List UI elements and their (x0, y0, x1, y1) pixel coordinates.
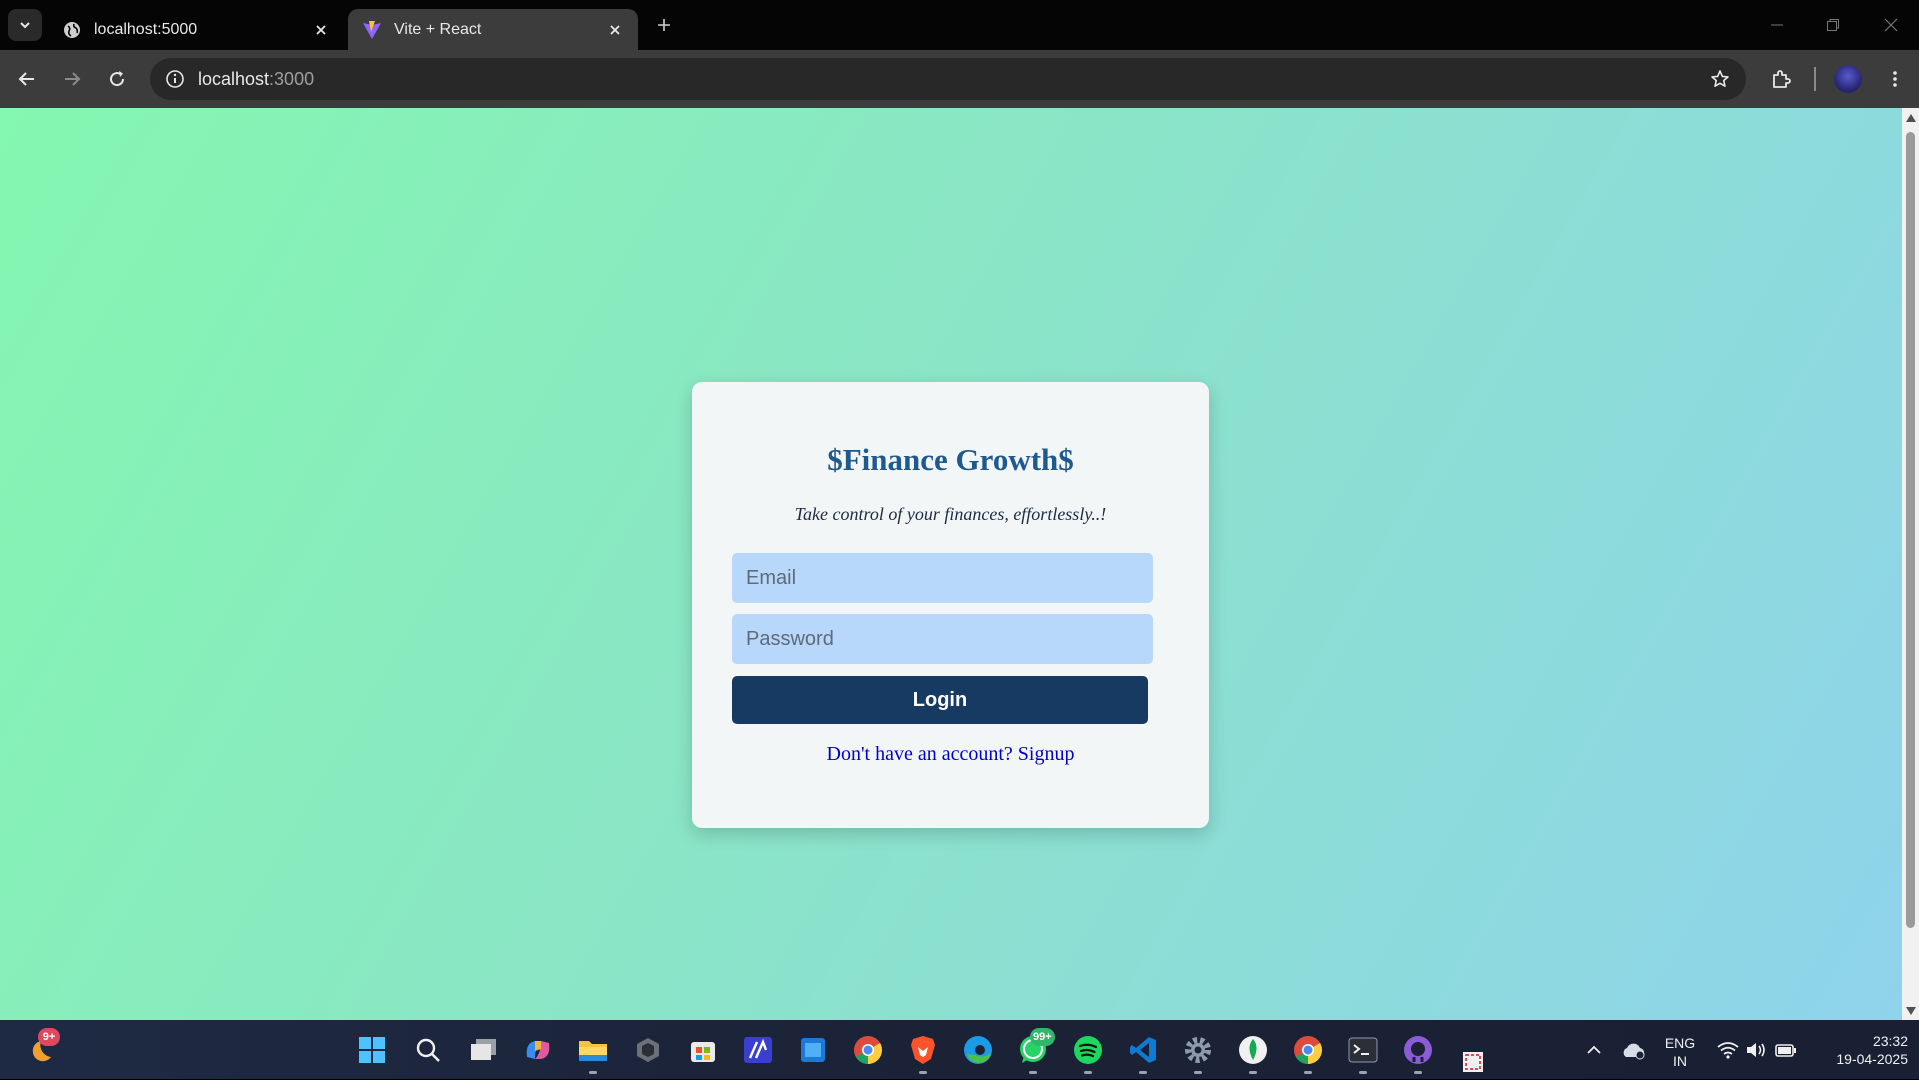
copilot-icon[interactable] (520, 1032, 556, 1068)
spotify-icon[interactable] (1070, 1032, 1106, 1068)
chevron-up-icon[interactable] (1576, 1032, 1612, 1068)
settings-icon[interactable] (1180, 1032, 1216, 1068)
restore-icon (1827, 19, 1839, 31)
arrow-right-icon (65, 72, 81, 86)
close-icon[interactable] (312, 21, 330, 39)
running-indicator (1304, 1071, 1312, 1074)
signup-prompt: Don't have an account? Signup (692, 743, 1209, 766)
region-code: IN (1673, 1053, 1687, 1069)
scroll-up-arrow-icon[interactable] (1905, 112, 1916, 123)
plus-icon (658, 19, 670, 31)
microsoft-store-icon[interactable] (685, 1032, 721, 1068)
terminal-icon[interactable] (1345, 1032, 1381, 1068)
clock-time: 23:32 (1872, 1033, 1908, 1049)
tab-vite-react[interactable]: Vite + React (348, 9, 638, 50)
mongodb-icon[interactable] (1235, 1032, 1271, 1068)
page-viewport: $Finance Growth$ Take control of your fi… (0, 108, 1902, 1020)
start-icon[interactable] (354, 1032, 390, 1068)
tagline: Take control of your finances, effortles… (794, 504, 1107, 524)
profile-avatar[interactable] (1834, 65, 1862, 93)
reload-button[interactable] (104, 66, 130, 92)
puzzle-icon (1773, 70, 1791, 88)
signup-link[interactable]: Don't have an account? Signup (827, 743, 1075, 765)
tab-strip: localhost:5000 Vite + React (0, 0, 1919, 50)
login-button[interactable]: Login (732, 676, 1148, 724)
clock[interactable]: 23:32 19-04-2025 (1806, 1032, 1918, 1068)
onedrive-icon[interactable] (1616, 1032, 1652, 1068)
vscode-icon[interactable] (1125, 1032, 1161, 1068)
scroll-down-arrow-icon[interactable] (1905, 1005, 1916, 1016)
browser-toolbar: localhost:3000 (0, 50, 1919, 108)
whatsapp-badge: 99+ (1030, 1028, 1055, 1046)
minimize-button[interactable] (1762, 10, 1792, 40)
chevron-down-icon (20, 22, 30, 29)
login-card: $Finance Growth$ Take control of your fi… (692, 382, 1209, 828)
minimize-icon (1771, 24, 1783, 26)
running-indicator (1029, 1071, 1037, 1074)
brave-icon[interactable] (905, 1032, 941, 1068)
search-icon[interactable] (410, 1032, 446, 1068)
password-input[interactable] (732, 614, 1153, 664)
tab-title: Vite + React (394, 20, 482, 38)
page-scrollbar[interactable] (1902, 108, 1919, 1020)
url-text: localhost:3000 (198, 68, 315, 89)
running-indicator (919, 1071, 927, 1074)
toolbar-divider (1814, 67, 1816, 91)
globe-icon (62, 20, 82, 40)
running-indicator (589, 1071, 597, 1074)
task-view-icon[interactable] (466, 1032, 502, 1068)
clock-date: 19-04-2025 (1836, 1051, 1908, 1067)
tab-search-button[interactable] (8, 9, 42, 41)
file-explorer-icon[interactable] (575, 1032, 611, 1068)
battery-icon[interactable] (1768, 1032, 1804, 1068)
app-icon[interactable] (795, 1032, 831, 1068)
arrow-left-icon (18, 72, 34, 86)
reload-icon (110, 71, 125, 87)
running-indicator (1249, 1071, 1257, 1074)
vite-logo-icon (362, 20, 382, 40)
widgets-badge: 9+ (38, 1028, 60, 1046)
chrome-icon[interactable] (1290, 1032, 1326, 1068)
app-icon[interactable] (740, 1032, 776, 1068)
github-icon[interactable] (1400, 1032, 1436, 1068)
app-title: $Finance Growth$ (827, 442, 1074, 477)
running-indicator (1194, 1071, 1202, 1074)
more-vertical-icon (1893, 71, 1897, 87)
language-code: ENG (1664, 1035, 1696, 1051)
address-bar[interactable]: localhost:3000 (150, 58, 1746, 100)
app-icon[interactable] (630, 1032, 666, 1068)
restore-button[interactable] (1818, 10, 1848, 40)
running-indicator (1359, 1071, 1367, 1074)
site-info-icon[interactable] (164, 68, 186, 90)
scroll-thumb[interactable] (1906, 132, 1915, 928)
chrome-icon[interactable] (850, 1032, 886, 1068)
close-icon[interactable] (606, 21, 624, 39)
back-button[interactable] (14, 66, 40, 92)
browser-menu-button[interactable] (1882, 66, 1908, 92)
snipping-tool-icon[interactable] (1455, 1044, 1491, 1080)
tab-title: localhost:5000 (94, 20, 198, 38)
bookmark-star-icon[interactable] (1708, 67, 1732, 91)
new-tab-button[interactable] (652, 13, 676, 37)
running-indicator (1139, 1071, 1147, 1074)
close-window-button[interactable] (1876, 10, 1906, 40)
forward-button[interactable] (59, 66, 85, 92)
running-indicator (1414, 1071, 1422, 1074)
extensions-button[interactable] (1768, 66, 1794, 92)
taskbar: 9+ 99+ ENG IN 23:32 19-04-2025 (0, 1020, 1919, 1079)
tab-localhost-5000[interactable]: localhost:5000 (48, 9, 344, 50)
edge-icon[interactable] (960, 1032, 996, 1068)
close-icon (1884, 18, 1898, 32)
email-input[interactable] (732, 553, 1153, 603)
running-indicator (1084, 1071, 1092, 1074)
language-indicator[interactable]: ENG IN (1656, 1034, 1704, 1070)
